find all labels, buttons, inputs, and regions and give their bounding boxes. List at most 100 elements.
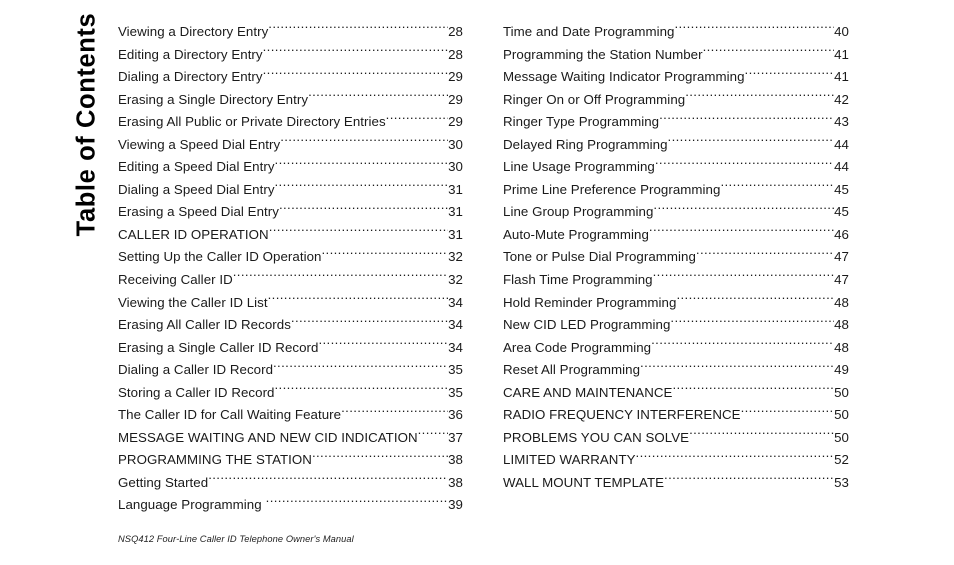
toc-entry[interactable]: Hold Reminder Programming 48 <box>503 292 849 315</box>
toc-entry-title: Dialing a Caller ID Record <box>118 362 274 378</box>
toc-entry[interactable]: Viewing the Caller ID List 34 <box>118 292 463 315</box>
toc-entry-page-number: 39 <box>448 497 463 513</box>
toc-entry-title: RADIO FREQUENCY INTERFERENCE <box>503 407 741 423</box>
toc-entry[interactable]: Flash Time Programming 47 <box>503 269 849 292</box>
toc-entry-page-number: 48 <box>834 339 849 355</box>
toc-entry-page-number: 28 <box>448 46 463 62</box>
toc-dot-leader <box>689 429 834 442</box>
toc-entry[interactable]: Editing a Speed Dial Entry 30 <box>118 156 463 179</box>
toc-entry-page-number: 43 <box>834 114 849 130</box>
toc-dot-leader <box>280 135 448 148</box>
toc-entry[interactable]: Setting Up the Caller ID Operation 32 <box>118 246 463 269</box>
toc-entry-title: Storing a Caller ID Record <box>118 384 275 400</box>
toc-entry[interactable]: Receiving Caller ID 32 <box>118 269 463 292</box>
toc-dot-leader <box>676 293 834 306</box>
toc-entry[interactable]: PROGRAMMING THE STATION 38 <box>118 449 463 472</box>
toc-entry-title: Viewing the Caller ID List <box>118 294 268 310</box>
toc-entry[interactable]: Erasing a Single Directory Entry 29 <box>118 89 463 112</box>
toc-entry[interactable]: Dialing a Caller ID Record 35 <box>118 359 463 382</box>
toc-entry[interactable]: WALL MOUNT TEMPLATE 53 <box>503 472 849 495</box>
toc-entry[interactable]: Dialing a Speed Dial Entry 31 <box>118 179 463 202</box>
toc-entry-title: Auto-Mute Programming <box>503 226 649 242</box>
toc-entry-page-number: 40 <box>834 24 849 39</box>
toc-right-column: Time and Date Programming 40 Programming t… <box>503 21 849 494</box>
toc-entry-page-number: 35 <box>448 362 463 378</box>
toc-entry-page-number: 44 <box>834 159 849 175</box>
side-title-container: Table of Contents <box>0 0 110 300</box>
toc-dot-leader <box>321 248 448 261</box>
toc-entry-page-number: 34 <box>448 294 463 310</box>
toc-entry-title: Erasing a Speed Dial Entry <box>118 204 279 220</box>
toc-dot-leader <box>273 361 448 374</box>
toc-entry[interactable]: Line Group Programming 45 <box>503 201 849 224</box>
toc-entry-page-number: 41 <box>834 46 849 62</box>
toc-dot-leader <box>664 474 834 487</box>
toc-entry-title: Programming the Station Number <box>503 46 703 62</box>
toc-entry[interactable]: Auto-Mute Programming 46 <box>503 224 849 247</box>
toc-dot-leader <box>741 406 835 419</box>
toc-dot-leader <box>233 271 448 284</box>
toc-entry-page-number: 48 <box>834 294 849 310</box>
toc-entry[interactable]: Prime Line Preference Programming 45 <box>503 179 849 202</box>
toc-entry[interactable]: Time and Date Programming 40 <box>503 21 849 44</box>
toc-entry-title: PROBLEMS YOU CAN SOLVE <box>503 429 690 445</box>
toc-entry[interactable]: Programming the Station Number 41 <box>503 44 849 67</box>
toc-entry-page-number: 31 <box>448 181 463 197</box>
toc-entry-title: New CID LED Programming <box>503 317 671 333</box>
toc-entry-page-number: 29 <box>448 114 463 130</box>
toc-entry[interactable]: Message Waiting Indicator Programming 41 <box>503 66 849 89</box>
toc-dot-leader <box>263 45 448 58</box>
toc-entry[interactable]: Erasing All Caller ID Records 34 <box>118 314 463 337</box>
toc-entry-title: Hold Reminder Programming <box>503 294 677 310</box>
toc-entry[interactable]: Area Code Programming 48 <box>503 337 849 360</box>
toc-dot-leader <box>636 451 835 464</box>
toc-dot-leader <box>685 90 834 103</box>
toc-dot-leader <box>659 113 834 126</box>
toc-entry[interactable]: RADIO FREQUENCY INTERFERENCE 50 <box>503 404 849 427</box>
toc-entry[interactable]: Ringer On or Off Programming 42 <box>503 89 849 112</box>
toc-entry[interactable]: Erasing a Single Caller ID Record 34 <box>118 337 463 360</box>
toc-entry-title: Message Waiting Indicator Programming <box>503 69 745 85</box>
toc-entry[interactable]: Getting Started 38 <box>118 472 463 495</box>
toc-entry[interactable]: Viewing a Directory Entry 28 <box>118 21 463 44</box>
toc-entry-page-number: 38 <box>448 452 463 468</box>
toc-entry[interactable]: Viewing a Speed Dial Entry 30 <box>118 134 463 157</box>
toc-entry[interactable]: PROBLEMS YOU CAN SOLVE 50 <box>503 427 849 450</box>
toc-entry-title: Flash Time Programming <box>503 272 653 288</box>
toc-dot-leader <box>745 68 835 81</box>
toc-entry[interactable]: Language Programming 39 <box>118 494 463 517</box>
toc-entry[interactable]: Tone or Pulse Dial Programming 47 <box>503 246 849 269</box>
toc-entry[interactable]: Editing a Directory Entry 28 <box>118 44 463 67</box>
toc-entry[interactable]: Dialing a Directory Entry 29 <box>118 66 463 89</box>
toc-entry[interactable]: Reset All Programming 49 <box>503 359 849 382</box>
toc-entry[interactable]: LIMITED WARRANTY 52 <box>503 449 849 472</box>
toc-entry[interactable]: The Caller ID for Call Waiting Feature 36 <box>118 404 463 427</box>
toc-dot-leader <box>318 338 448 351</box>
toc-entry[interactable]: Ringer Type Programming 43 <box>503 111 849 134</box>
toc-dot-leader <box>308 90 448 103</box>
toc-dot-leader <box>268 293 449 306</box>
toc-entry-title: Time and Date Programming <box>503 24 675 39</box>
toc-entry-title: Editing a Directory Entry <box>118 46 263 62</box>
toc-entry[interactable]: CARE AND MAINTENANCE 50 <box>503 382 849 405</box>
toc-entry-title: CARE AND MAINTENANCE <box>503 384 673 400</box>
toc-entry-page-number: 31 <box>448 204 463 220</box>
toc-entry[interactable]: Delayed Ring Programming 44 <box>503 134 849 157</box>
toc-entry-title: Delayed Ring Programming <box>503 136 668 152</box>
toc-entry-page-number: 32 <box>448 272 463 288</box>
toc-entry-title: Erasing All Caller ID Records <box>118 317 291 333</box>
toc-entry-page-number: 52 <box>834 452 849 468</box>
toc-entry-title: The Caller ID for Call Waiting Feature <box>118 407 342 423</box>
toc-dot-leader <box>418 429 448 442</box>
toc-entry[interactable]: Storing a Caller ID Record 35 <box>118 382 463 405</box>
toc-entry-page-number: 35 <box>448 384 463 400</box>
toc-entry-title: Language Programming <box>118 497 262 513</box>
toc-entry[interactable]: CALLER ID OPERATION 31 <box>118 224 463 247</box>
toc-entry-title: Erasing All Public or Private Directory … <box>118 114 386 130</box>
toc-entry[interactable]: Erasing a Speed Dial Entry 31 <box>118 201 463 224</box>
toc-entry[interactable]: New CID LED Programming 48 <box>503 314 849 337</box>
toc-entry[interactable]: Line Usage Programming 44 <box>503 156 849 179</box>
toc-entry[interactable]: Erasing All Public or Private Directory … <box>118 111 463 134</box>
toc-entry-page-number: 53 <box>834 474 849 490</box>
toc-entry[interactable]: MESSAGE WAITING AND NEW CID INDICATION 37 <box>118 427 463 450</box>
